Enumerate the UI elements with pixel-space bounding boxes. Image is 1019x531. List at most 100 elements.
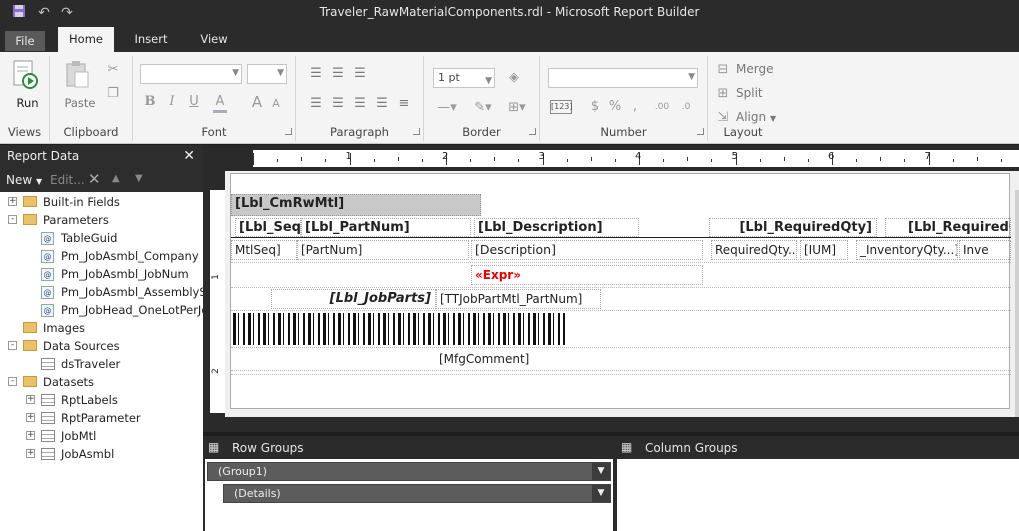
underline-button[interactable]: U bbox=[187, 94, 201, 110]
comma-button[interactable]: , bbox=[628, 99, 642, 115]
collapse-icon[interactable]: - bbox=[8, 341, 17, 350]
percent-button[interactable]: % bbox=[608, 99, 622, 115]
tree-item[interactable]: @ Pm_JobHead_OneLotPerJob bbox=[0, 301, 216, 319]
mtlseq-textbox[interactable]: MtlSeq] bbox=[231, 240, 297, 260]
barcode-image[interactable] bbox=[233, 313, 565, 345]
group-row-group1[interactable]: (Group1) ▼ bbox=[207, 462, 611, 481]
lbl-jobparts-textbox[interactable]: [Lbl_JobParts] bbox=[271, 289, 436, 309]
border-color-icon[interactable]: ✎▾ bbox=[470, 100, 496, 116]
placeholder-styles-button[interactable]: [123] bbox=[550, 100, 573, 114]
decrease-decimal-icon[interactable]: .0 bbox=[676, 99, 696, 115]
expr-textbox[interactable]: «Expr» bbox=[471, 265, 703, 285]
font-size-dropdown[interactable]: ▼ bbox=[247, 64, 287, 84]
requiredqty-textbox[interactable]: RequiredQty...] bbox=[711, 240, 797, 260]
lbl-cmrwmtl-textbox[interactable]: [Lbl_CmRwMtl] bbox=[231, 194, 481, 216]
paste-button[interactable]: Paste bbox=[54, 96, 106, 110]
report-data-title: Report Data bbox=[7, 149, 80, 163]
ium-textbox[interactable]: [IUM] bbox=[800, 240, 848, 260]
ruler-tick bbox=[1000, 159, 1002, 162]
lbl-description-textbox[interactable]: [Lbl_Description] bbox=[474, 218, 639, 237]
vertical-scrollbar[interactable] bbox=[1015, 190, 1019, 417]
ttjobpartmtl-partnum-textbox[interactable]: [TTJobPartMtl_PartNum] bbox=[436, 289, 601, 309]
number-format-dropdown[interactable]: ▼ bbox=[548, 68, 698, 88]
expand-icon[interactable]: + bbox=[26, 431, 35, 440]
justify-icon[interactable]: ☰ bbox=[374, 96, 390, 112]
currency-button[interactable]: $ bbox=[588, 99, 602, 115]
border-width-dropdown[interactable]: 1 pt ▼ bbox=[433, 68, 495, 88]
font-color-button[interactable]: A bbox=[213, 94, 227, 113]
chevron-down-icon[interactable]: ▼ bbox=[592, 485, 610, 502]
bold-button[interactable]: B bbox=[143, 94, 157, 110]
align-right-icon[interactable]: ☰ bbox=[352, 96, 368, 112]
tree-item[interactable]: @ Pm_JobAsmbl_Company bbox=[0, 247, 203, 265]
lbl-requiredq-textbox[interactable]: [Lbl_RequiredQ bbox=[885, 218, 1011, 237]
tree-item[interactable]: @ TableGuid bbox=[0, 229, 203, 247]
align-button[interactable]: Align ▼ bbox=[736, 110, 776, 124]
tree-item[interactable]: + Built-in Fields bbox=[0, 193, 203, 211]
dialog-launcher-icon[interactable] bbox=[697, 128, 704, 135]
increase-decimal-icon[interactable]: .00 bbox=[652, 99, 672, 115]
lbl-seq-textbox[interactable]: [Lbl_Seq bbox=[235, 218, 301, 237]
tree-item[interactable]: + JobAsmbl bbox=[0, 445, 203, 463]
tree-item[interactable]: @ Pm_JobAsmbl_AssemblySeq bbox=[0, 283, 221, 301]
run-button[interactable]: Run bbox=[0, 96, 55, 110]
align-top-icon[interactable]: ☰ bbox=[308, 66, 324, 82]
lbl-requiredqty-textbox[interactable]: [Lbl_RequiredQty] bbox=[709, 218, 877, 237]
move-down-icon[interactable]: ▼ bbox=[135, 173, 143, 184]
expand-icon[interactable]: + bbox=[26, 449, 35, 458]
run-icon[interactable] bbox=[13, 60, 39, 93]
delete-icon[interactable]: ✕ bbox=[88, 170, 101, 188]
dialog-launcher-icon[interactable] bbox=[529, 128, 536, 135]
shrink-font-button[interactable]: A bbox=[269, 96, 283, 112]
copy-icon[interactable]: ❐ bbox=[106, 86, 120, 102]
move-up-icon[interactable]: ▲ bbox=[112, 173, 120, 184]
inve-textbox[interactable]: Inve bbox=[959, 240, 1011, 260]
grow-font-button[interactable]: A bbox=[249, 94, 265, 110]
dialog-launcher-icon[interactable] bbox=[285, 128, 292, 135]
description-textbox[interactable]: [Description] bbox=[471, 240, 703, 260]
collapse-icon[interactable]: - bbox=[8, 215, 17, 224]
fill-color-icon[interactable]: ◈ bbox=[504, 70, 524, 86]
expand-icon[interactable]: + bbox=[26, 395, 35, 404]
collapse-icon[interactable]: - bbox=[8, 377, 17, 386]
paste-icon[interactable] bbox=[65, 60, 91, 93]
tree-item[interactable]: + JobMtl bbox=[0, 427, 203, 445]
tree-item[interactable]: - Parameters bbox=[0, 211, 203, 229]
align-center-icon[interactable]: ☰ bbox=[330, 96, 346, 112]
mfgcomment-textbox[interactable]: [MfgComment] bbox=[436, 350, 686, 368]
tab-insert[interactable]: Insert bbox=[124, 27, 178, 52]
tree-item[interactable]: Images bbox=[0, 319, 203, 337]
border-style-icon[interactable]: —▾ bbox=[434, 100, 460, 116]
tab-file[interactable]: File bbox=[5, 31, 45, 51]
cut-icon[interactable]: ✂ bbox=[106, 62, 120, 78]
group-row-details[interactable]: (Details) ▼ bbox=[223, 484, 611, 503]
partnum-textbox[interactable]: [PartNum] bbox=[297, 240, 469, 260]
tree-item[interactable]: - Data Sources bbox=[0, 337, 203, 355]
dialog-launcher-icon[interactable] bbox=[413, 128, 420, 135]
report-body[interactable]: [Lbl_CmRwMtl] [Lbl_Seq [Lbl_PartNum] [Lb… bbox=[230, 173, 1011, 409]
lbl-partnum-textbox[interactable]: [Lbl_PartNum] bbox=[301, 218, 471, 237]
align-middle-icon[interactable]: ☰ bbox=[330, 66, 346, 82]
new-button[interactable]: New ▼ bbox=[6, 173, 42, 187]
tab-home[interactable]: Home bbox=[58, 27, 114, 52]
bullets-icon[interactable]: ≡ bbox=[396, 96, 412, 112]
close-icon[interactable]: ✕ bbox=[183, 145, 195, 168]
borders-icon[interactable]: ⊞▾ bbox=[504, 100, 530, 116]
tree-item[interactable]: @ Pm_JobAsmbl_JobNum bbox=[0, 265, 203, 283]
align-bottom-icon[interactable]: ☰ bbox=[352, 66, 368, 82]
edit-button[interactable]: Edit... bbox=[50, 173, 85, 187]
tab-view[interactable]: View bbox=[190, 27, 238, 52]
expand-icon[interactable]: + bbox=[26, 413, 35, 422]
expand-icon[interactable]: + bbox=[8, 197, 17, 206]
tree-item[interactable]: dsTraveler bbox=[0, 355, 203, 373]
italic-button[interactable]: I bbox=[165, 94, 179, 110]
tree-item[interactable]: + RptLabels bbox=[0, 391, 203, 409]
merge-button[interactable]: Merge bbox=[736, 62, 773, 76]
inventoryqty-textbox[interactable]: _InventoryQty...] bbox=[856, 240, 958, 260]
tree-item[interactable]: + RptParameter bbox=[0, 409, 203, 427]
chevron-down-icon[interactable]: ▼ bbox=[592, 463, 610, 480]
split-button[interactable]: Split bbox=[736, 86, 763, 100]
tree-item[interactable]: - Datasets bbox=[0, 373, 203, 391]
font-family-dropdown[interactable]: ▼ bbox=[140, 64, 242, 84]
align-left-icon[interactable]: ☰ bbox=[308, 96, 324, 112]
